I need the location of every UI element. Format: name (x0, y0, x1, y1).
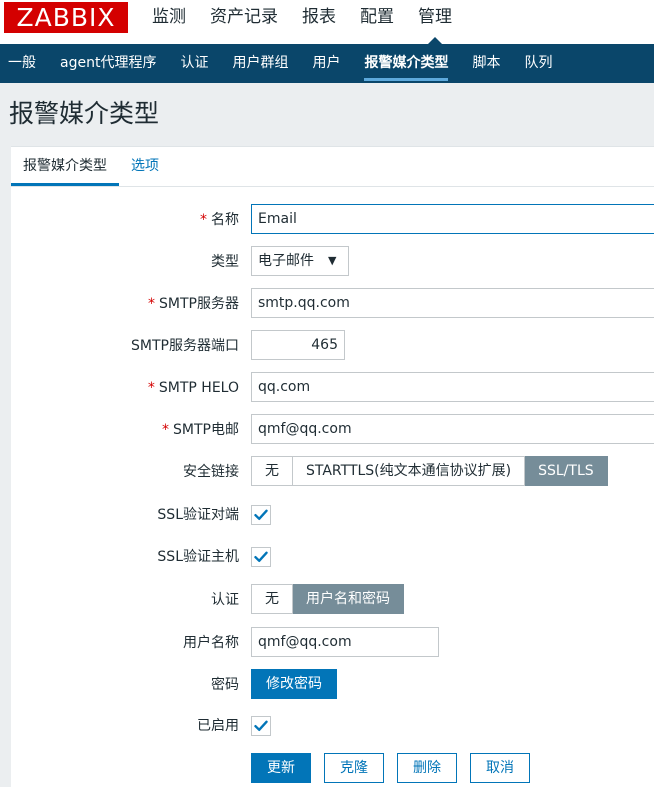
tab-options[interactable]: 选项 (119, 147, 171, 185)
auth-option-username-password[interactable]: 用户名和密码 (293, 584, 404, 614)
tab-media-type[interactable]: 报警媒介类型 (11, 147, 119, 186)
check-icon (254, 509, 268, 520)
sub-menu-users[interactable]: 用户 (300, 44, 352, 83)
username-input[interactable]: qmf@qq.com (251, 627, 439, 657)
required-marker: * (162, 422, 170, 438)
main-menu-administration[interactable]: 管理 (406, 0, 464, 44)
security-option-ssl-tls[interactable]: SSL/TLS (525, 456, 608, 486)
row-authentication: 认证 无 用户名和密码 (11, 584, 654, 616)
check-icon (254, 551, 268, 562)
smtp-port-input[interactable]: 465 (251, 330, 345, 360)
row-connection-security: 安全链接 无 STARTTLS(纯文本通信协议扩展) SSL/TLS (11, 456, 654, 488)
username-label: 用户名称 (183, 635, 239, 651)
connection-security-segmented: 无 STARTTLS(纯文本通信协议扩展) SSL/TLS (251, 456, 608, 486)
name-input[interactable]: Email (251, 204, 654, 234)
form-panel: 报警媒介类型 选项 * 名称 Email 类型 电子邮件 ▼ * SMTP服务器 s… (11, 146, 654, 787)
row-smtp-email: * SMTP电邮 qmf@qq.com (11, 414, 654, 446)
clone-button[interactable]: 克隆 (324, 753, 384, 783)
update-button[interactable]: 更新 (251, 753, 311, 783)
sub-menu-scripts[interactable]: 脚本 (460, 44, 512, 83)
smtp-server-label: * SMTP服务器 (148, 296, 239, 312)
form-buttons: 更新 克隆 删除 取消 (251, 753, 530, 783)
ssl-verify-peer-label: SSL验证对端 (157, 507, 239, 523)
password-label: 密码 (211, 677, 239, 693)
ssl-verify-host-label: SSL验证主机 (157, 549, 239, 565)
change-password-button[interactable]: 修改密码 (251, 669, 337, 699)
smtp-server-input[interactable]: smtp.qq.com (251, 288, 654, 318)
main-menu-inventory[interactable]: 资产记录 (198, 0, 290, 34)
type-label: 类型 (211, 254, 239, 270)
main-menu-configuration[interactable]: 配置 (348, 0, 406, 34)
sub-menu-media-types[interactable]: 报警媒介类型 (352, 44, 460, 83)
row-smtp-port: SMTP服务器端口 465 (11, 330, 654, 362)
required-marker: * (147, 380, 155, 396)
row-enabled: 已启用 (11, 710, 654, 742)
smtp-helo-label: * SMTP HELO (147, 380, 239, 396)
sub-menu: 一般 agent代理程序 认证 用户群组 用户 报警媒介类型 脚本 队列 (0, 44, 654, 83)
delete-button[interactable]: 删除 (397, 753, 457, 783)
auth-option-none[interactable]: 无 (251, 584, 293, 614)
ssl-verify-host-checkbox[interactable] (251, 547, 271, 567)
required-marker: * (200, 212, 207, 228)
sub-menu-user-groups[interactable]: 用户群组 (220, 44, 300, 83)
zabbix-logo[interactable]: ZABBIX (4, 2, 128, 33)
smtp-email-input[interactable]: qmf@qq.com (251, 414, 654, 444)
main-menu-reports[interactable]: 报表 (290, 0, 348, 34)
row-smtp-helo: * SMTP HELO qq.com (11, 372, 654, 404)
row-password: 密码 修改密码 (11, 669, 654, 701)
enabled-label: 已启用 (197, 718, 239, 734)
main-menu-monitoring[interactable]: 监测 (140, 0, 198, 34)
sub-menu-general[interactable]: 一般 (0, 44, 48, 83)
required-marker: * (148, 296, 156, 312)
row-type: 类型 电子邮件 ▼ (11, 246, 654, 278)
main-menu: 监测 资产记录 报表 配置 管理 (140, 0, 464, 44)
page-title: 报警媒介类型 (9, 99, 160, 128)
security-option-starttls[interactable]: STARTTLS(纯文本通信协议扩展) (293, 456, 526, 486)
sub-menu-queue[interactable]: 队列 (512, 44, 564, 83)
security-option-none[interactable]: 无 (251, 456, 293, 486)
row-ssl-verify-host: SSL验证主机 (11, 541, 654, 573)
type-select[interactable]: 电子邮件 ▼ (251, 246, 349, 276)
smtp-helo-input[interactable]: qq.com (251, 372, 654, 402)
row-ssl-verify-peer: SSL验证对端 (11, 499, 654, 531)
caret-down-icon: ▼ (328, 254, 337, 267)
tab-bar: 报警媒介类型 选项 (11, 147, 654, 187)
check-icon (254, 720, 268, 731)
authentication-segmented: 无 用户名和密码 (251, 584, 404, 614)
row-smtp-server: * SMTP服务器 smtp.qq.com (11, 288, 654, 320)
name-label: * 名称 (200, 212, 239, 228)
smtp-email-label: * SMTP电邮 (162, 422, 239, 438)
authentication-label: 认证 (211, 592, 239, 608)
enabled-checkbox[interactable] (251, 716, 271, 736)
cancel-button[interactable]: 取消 (470, 753, 530, 783)
smtp-port-label: SMTP服务器端口 (131, 338, 239, 354)
type-select-value: 电子邮件 (258, 253, 314, 269)
sub-menu-proxies[interactable]: agent代理程序 (48, 44, 168, 83)
row-username: 用户名称 qmf@qq.com (11, 627, 654, 659)
top-bar: ZABBIX 监测 资产记录 报表 配置 管理 (0, 0, 654, 44)
connection-security-label: 安全链接 (183, 464, 239, 480)
sub-menu-authentication[interactable]: 认证 (168, 44, 220, 83)
ssl-verify-peer-checkbox[interactable] (251, 505, 271, 525)
row-name: * 名称 Email (11, 204, 654, 236)
